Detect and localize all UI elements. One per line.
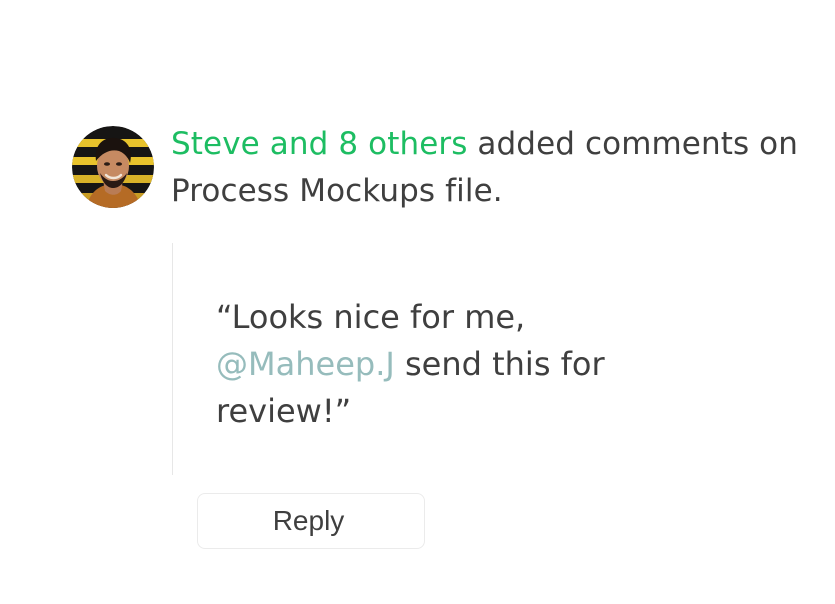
comment-text: “Looks nice for me, @Maheep.J send this … bbox=[216, 294, 696, 435]
avatar-image bbox=[72, 126, 154, 208]
reply-button[interactable]: Reply bbox=[197, 493, 425, 549]
actor-link[interactable]: Steve and 8 others bbox=[171, 126, 467, 162]
comment-line-1: “Looks nice for me, bbox=[216, 298, 526, 336]
thread-divider bbox=[172, 243, 173, 475]
notification-headline: Steve and 8 others added comments on Pro… bbox=[171, 121, 811, 215]
comment-notification: Steve and 8 others added comments on Pro… bbox=[0, 0, 835, 604]
user-mention[interactable]: @Maheep.J bbox=[216, 345, 395, 383]
avatar[interactable] bbox=[72, 126, 154, 208]
